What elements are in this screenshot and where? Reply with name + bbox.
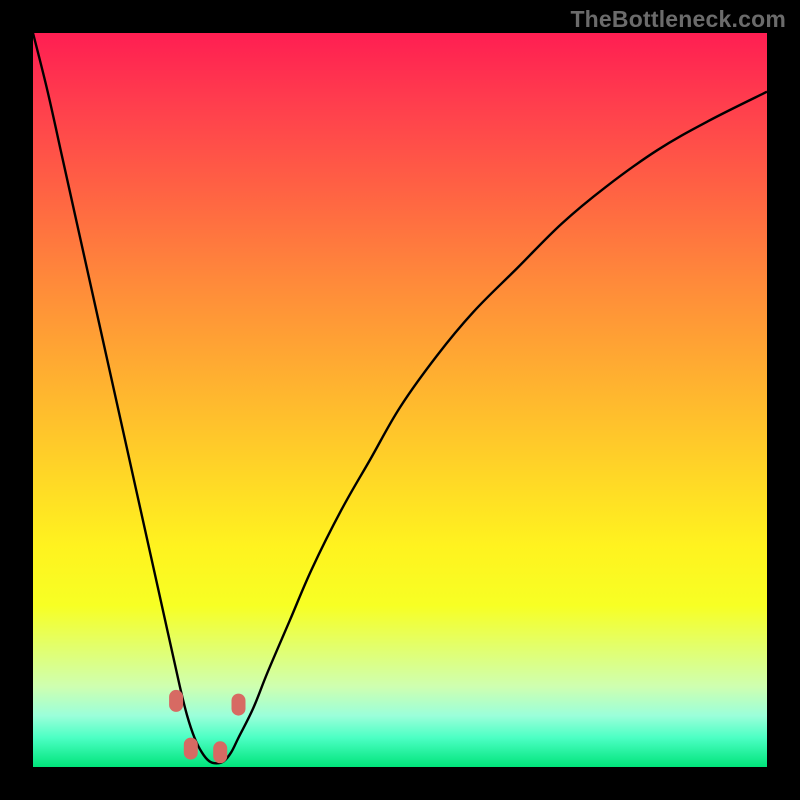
curve-svg: [33, 33, 767, 767]
plot-area: [33, 33, 767, 767]
curve-markers: [169, 690, 245, 763]
bottleneck-curve: [33, 33, 767, 763]
curve-marker: [184, 738, 198, 760]
curve-marker: [232, 694, 246, 716]
watermark-text: TheBottleneck.com: [570, 6, 786, 33]
chart-frame: TheBottleneck.com: [0, 0, 800, 800]
curve-marker: [213, 741, 227, 763]
curve-marker: [169, 690, 183, 712]
